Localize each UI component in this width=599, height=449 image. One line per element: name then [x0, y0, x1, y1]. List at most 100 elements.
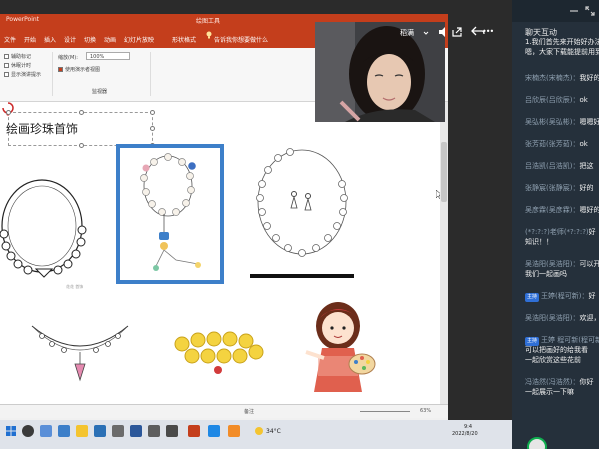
chat-message: 宋楠杰(宋楠杰)：我好的	[525, 74, 599, 83]
necklace-drawing-1	[0, 179, 87, 278]
speaker-icon[interactable]	[437, 26, 449, 38]
expand-icon[interactable]	[584, 5, 596, 17]
chat-sender: 吴浩阳(吴浩阳)：	[525, 260, 580, 268]
chevron-down-icon[interactable]	[423, 30, 429, 36]
tab-shape-format[interactable]: 形状格式	[172, 35, 196, 44]
bead-necklace-drawing	[140, 153, 201, 271]
tab-file[interactable]: 文件	[4, 35, 16, 44]
chat-sender: 宋楠杰(宋楠杰)：	[525, 74, 580, 82]
chat-sender: (*?:?:?)老师(*?:?:?)	[525, 228, 589, 236]
chat-message: 吴彦霖(吴彦霖)：嗯好的	[525, 206, 599, 215]
resize-handle[interactable]	[79, 143, 84, 148]
chat-text: ok	[579, 96, 588, 104]
ppt-tools-title: 绘图工具	[196, 18, 221, 25]
resize-handle[interactable]	[150, 126, 155, 131]
chat-text: 把这	[579, 162, 594, 170]
chat-sender: 吴浩阳(吴浩阳)：	[525, 314, 580, 322]
file-explorer-icon[interactable]	[76, 425, 88, 437]
powerpoint-icon[interactable]	[188, 425, 200, 437]
taskbar-time[interactable]: 9:4	[464, 424, 472, 430]
zoom-slider[interactable]	[360, 411, 410, 412]
chat-message: 知识！！	[525, 238, 599, 247]
chat-text: 我们一起画吗	[525, 270, 567, 278]
tab-transitions[interactable]: 切换	[84, 35, 96, 44]
share-out-icon[interactable]	[451, 26, 463, 38]
ppt-status-bar: 备注 63%	[0, 404, 448, 418]
chat-sender: 王婷 程可新(程可新)：	[541, 336, 599, 344]
shared-screen: PowerPoint 绘图工具 文件 开始 插入 设计 切换 动画 幻灯片放映 …	[0, 0, 512, 449]
chat-message: 吕欣辰(吕欣辰)：ok	[525, 96, 599, 105]
chat-text: 可以开	[579, 260, 599, 268]
selected-image-frame[interactable]	[116, 144, 224, 284]
chat-title: 聊天互动	[525, 28, 557, 37]
chat-text: 好的	[579, 184, 594, 192]
tab-slideshow[interactable]: 幻灯片放映	[124, 35, 154, 44]
chat-message: 吴浩阳(吴浩阳)：可以开	[525, 260, 599, 269]
chat-text: 好	[588, 292, 596, 300]
more-options-icon[interactable]: •••	[482, 27, 494, 36]
edge-browser-icon[interactable]	[58, 425, 70, 437]
scrollbar-thumb[interactable]	[441, 142, 447, 202]
weather-icon[interactable]	[254, 426, 264, 436]
app-icon[interactable]	[166, 425, 178, 437]
tab-home[interactable]: 开始	[24, 35, 36, 44]
tab-insert[interactable]: 插入	[44, 35, 56, 44]
webcam-person	[315, 22, 445, 122]
task-view-icon[interactable]	[40, 425, 52, 437]
chat-text: 1.我们首先来开始好办法。	[525, 38, 599, 46]
chat-message: 吴弘彬(吴弘彬)：嗯嗯好	[525, 118, 599, 127]
app-icon[interactable]	[148, 425, 160, 437]
meeting-app-icon[interactable]	[208, 425, 220, 437]
chat-message: 可以把画好的给我看	[525, 346, 599, 355]
app-icon[interactable]	[228, 425, 240, 437]
minimize-icon[interactable]	[568, 5, 580, 17]
slide-title[interactable]: 绘画珍珠首饰	[6, 120, 78, 137]
tab-animations[interactable]: 动画	[104, 35, 116, 44]
chat-text: 知识！！	[525, 238, 553, 246]
resize-handle[interactable]	[6, 110, 11, 115]
chat-message: 张芳茹(张芳茹)：ok	[525, 140, 599, 149]
ribbon-checkbox-2[interactable]: 休眠计时	[4, 62, 31, 69]
resize-handle[interactable]	[79, 110, 84, 115]
slide-canvas[interactable]: 绘画珍珠首饰 花花 首饰	[0, 102, 440, 404]
chat-top-bar	[512, 0, 599, 22]
chat-text: 嗯，大家下载能提前用到	[525, 48, 599, 56]
monitor-zoom-select[interactable]: 100%	[86, 52, 130, 60]
resize-handle[interactable]	[150, 110, 155, 115]
weather-temperature[interactable]: 34°C	[266, 428, 281, 435]
chat-text: 可以把画好的给我看	[525, 346, 588, 354]
gold-bracelet-drawing	[174, 331, 264, 374]
notes-button[interactable]: 备注	[244, 408, 254, 415]
windows-start-icon[interactable]	[6, 426, 16, 436]
chat-panel: 聊天互动 1.我们首先来开始好办法。嗯，大家下载能提前用到宋楠杰(宋楠杰)：我好…	[512, 0, 599, 449]
chat-sender: 吕欣辰(吕欣辰)：	[525, 96, 580, 104]
ribbon-checkbox-1[interactable]: 辅助标记	[4, 53, 31, 60]
taskbar-date[interactable]: 2022/8/20	[452, 431, 478, 437]
chat-message: 冯浩然(冯浩然)：你好	[525, 378, 599, 387]
cartoon-artist-girl	[305, 302, 376, 392]
zoom-level[interactable]: 63%	[420, 408, 431, 414]
tell-me-search[interactable]: 告诉我你想要做什么	[214, 35, 268, 44]
ribbon-checkbox-presenter[interactable]: 使用演示者视图	[58, 66, 100, 73]
chat-text: 一起展示一下嘛	[525, 388, 574, 396]
chat-sender: 王婷(程可新)：	[541, 292, 589, 300]
word-icon[interactable]	[130, 425, 142, 437]
image-caption-strip	[250, 274, 354, 278]
chat-sender: 吴弘彬(吴弘彬)：	[525, 118, 580, 126]
chat-message: 吴浩阳(吴浩阳)：欢迎，	[525, 314, 599, 323]
chat-sender: 吴彦霖(吴彦霖)：	[525, 206, 580, 214]
slide-vertical-scrollbar[interactable]	[440, 102, 448, 404]
chat-message: (*?:?:?)老师(*?:?:?)好	[525, 228, 599, 237]
mail-icon[interactable]	[112, 425, 124, 437]
ribbon-separator	[52, 52, 53, 96]
chat-text: 你好	[579, 378, 594, 386]
ribbon-checkbox-3[interactable]: 显示演讲提示	[4, 71, 41, 78]
tab-design[interactable]: 设计	[64, 35, 76, 44]
image-watermark: 花花 首饰	[66, 284, 84, 289]
search-icon[interactable]	[22, 425, 34, 437]
store-icon[interactable]	[94, 425, 106, 437]
chat-message: 张静宸(张静宸)：好的	[525, 184, 599, 193]
ppt-file-title: PowerPoint	[6, 16, 40, 23]
chat-sender: 吕浩凯(吕浩凯)：	[525, 162, 580, 170]
webcam-name-label[interactable]: 稻满	[400, 28, 414, 38]
